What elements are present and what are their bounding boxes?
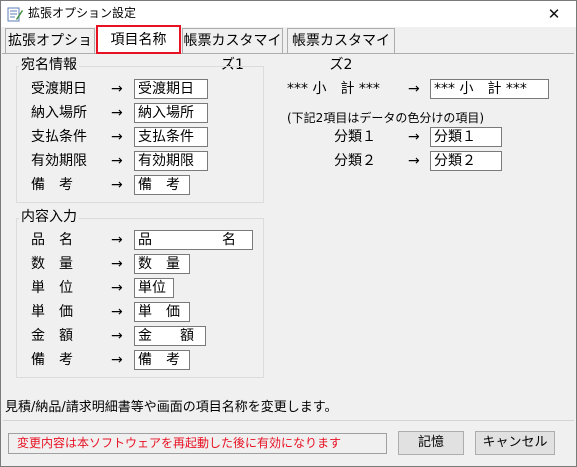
content-field-item-name[interactable]: 品 名 [134,230,253,250]
tab-form-customize-1[interactable]: 帳票カスタマイズ1 [182,28,283,73]
status-text: 見積/納品/請求明細書等や画面の項目名称を変更します。 [5,400,338,415]
arrow-icon: → [408,81,420,97]
arrow-icon: → [111,105,123,121]
category-label-1: 分類１ [334,129,376,145]
content-field-unit[interactable]: 単位 [134,278,174,298]
close-button[interactable]: ✕ [532,1,576,27]
category-label-2: 分類２ [334,153,376,169]
arrow-icon: → [408,153,420,169]
arrow-icon: → [111,256,123,272]
category-note: (下記2項目はデータの色分けの項目) [287,111,484,125]
tab-extended-options[interactable]: 拡張オプション [5,28,95,73]
content-label-quantity: 数 量 [31,256,73,272]
subtotal-label: *** 小 計 *** [287,81,380,97]
content-field-remarks[interactable]: 備 考 [134,350,190,370]
content-label-unit: 単 位 [31,280,73,296]
content-label-item-name: 品 名 [31,232,73,248]
arrow-icon: → [111,328,123,344]
content-field-unit-price[interactable]: 単 価 [134,302,190,322]
category-field-2[interactable]: 分類２ [430,151,502,171]
addressee-label-expiry: 有効期限 [31,153,87,169]
arrow-icon: → [408,129,420,145]
cancel-button[interactable]: キャンセル [475,431,555,455]
content-label-amount: 金 額 [31,328,73,344]
content-label-unit-price: 単 価 [31,304,73,320]
addressee-field-expiry[interactable]: 有効期限 [134,151,208,171]
addressee-field-payment-terms[interactable]: 支払条件 [134,127,208,147]
content-field-amount[interactable]: 金 額 [134,326,206,346]
addressee-label-remarks: 備 考 [31,177,73,193]
save-button[interactable]: 記憶 [398,431,464,455]
content-group-title: 内容入力 [19,209,79,225]
arrow-icon: → [111,153,123,169]
app-icon [7,6,23,22]
options-dialog: 拡張オプション設定 ✕ 拡張オプション 項目名称 帳票カスタマイズ1 帳票カスタ… [0,0,577,467]
addressee-field-delivery-date[interactable]: 受渡期日 [134,79,208,99]
content-label-remarks: 備 考 [31,352,73,368]
window-title: 拡張オプション設定 [28,6,137,20]
tab-item-names[interactable]: 項目名称 [96,25,181,54]
arrow-icon: → [111,81,123,97]
arrow-icon: → [111,352,123,368]
addressee-label-payment-terms: 支払条件 [31,129,87,145]
addressee-field-remarks[interactable]: 備 考 [134,175,190,195]
addressee-group-title: 宛名情報 [19,57,79,73]
tab-form-customize-2[interactable]: 帳票カスタマイズ2 [287,28,395,73]
restart-warning: 変更内容は本ソフトウェアを再起動した後に有効になります [8,433,387,454]
addressee-label-delivery-date: 受渡期日 [31,81,87,97]
arrow-icon: → [111,129,123,145]
subtotal-field[interactable]: *** 小 計 *** [430,79,549,99]
addressee-label-delivery-place: 納入場所 [31,105,87,121]
title-bar: 拡張オプション設定 ✕ [1,1,576,27]
footer-divider [3,420,574,421]
arrow-icon: → [111,304,123,320]
category-field-1[interactable]: 分類１ [430,127,502,147]
arrow-icon: → [111,177,123,193]
addressee-field-delivery-place[interactable]: 納入場所 [134,103,208,123]
arrow-icon: → [111,280,123,296]
arrow-icon: → [111,232,123,248]
content-field-quantity[interactable]: 数 量 [134,254,190,274]
